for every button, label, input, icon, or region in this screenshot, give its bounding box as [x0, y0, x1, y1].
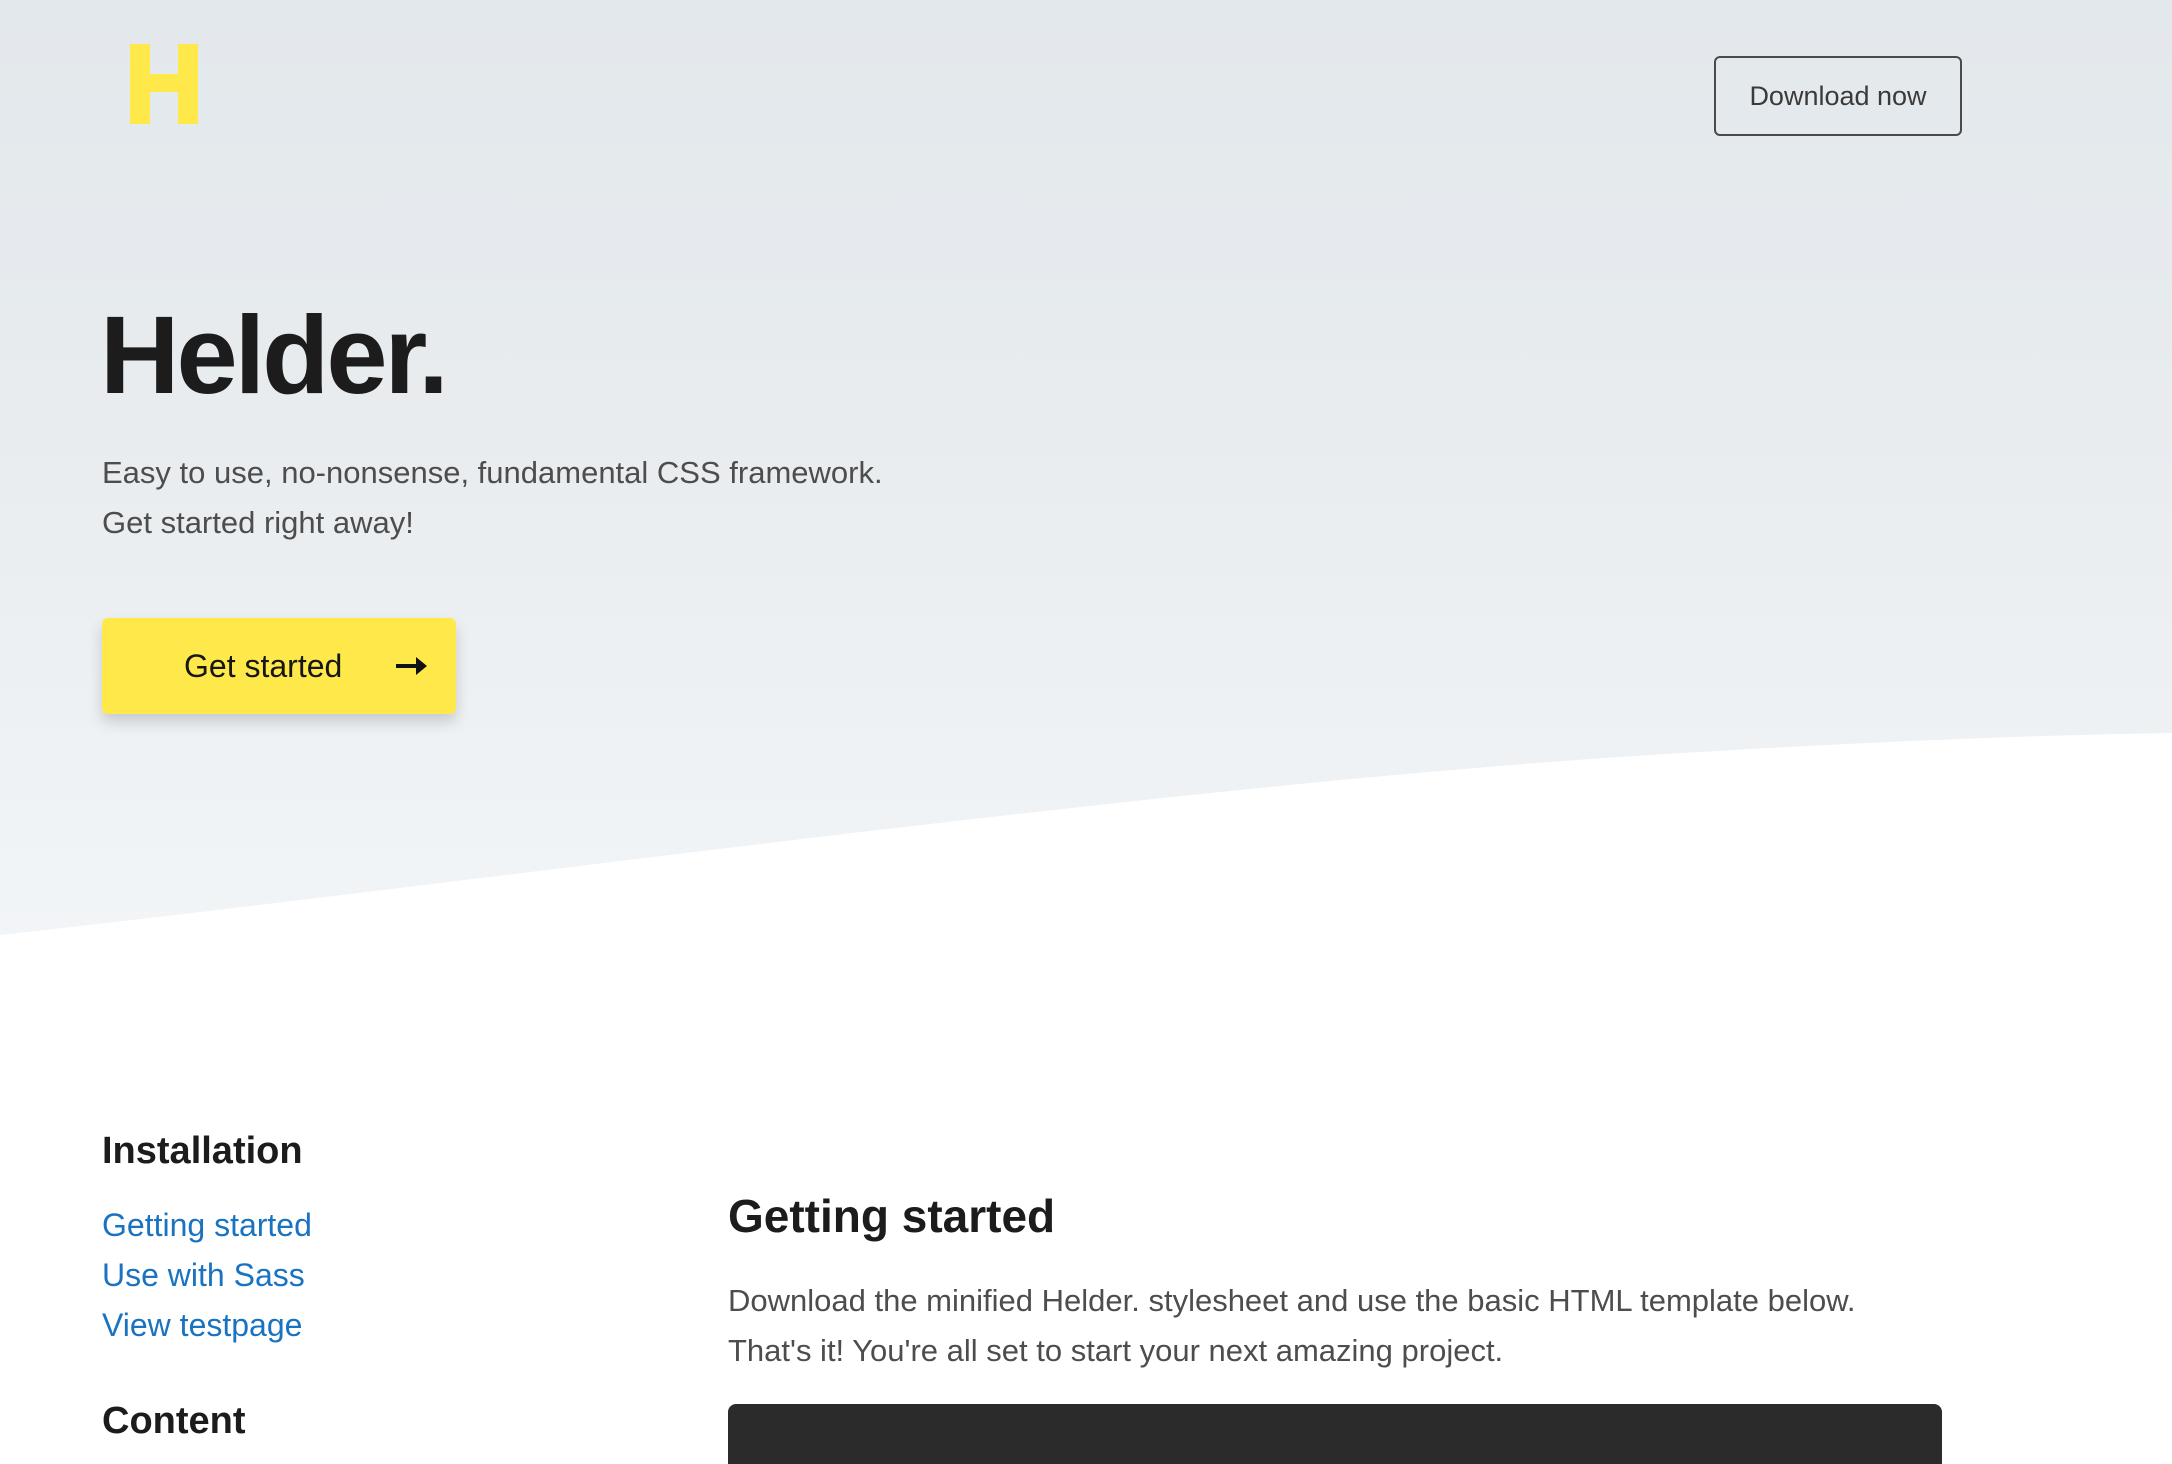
- sidebar-links-installation: Getting started Use with Sass View testp…: [102, 1200, 542, 1350]
- hero-subtitle-line-2: Get started right away!: [102, 505, 414, 540]
- getting-started-section: Getting started Download the minified He…: [728, 1186, 1942, 1376]
- sidebar-heading-installation: Installation: [102, 1130, 303, 1172]
- hero-subtitle: Easy to use, no-nonsense, fundamental CS…: [102, 448, 883, 548]
- sidebar-heading-content: Content: [102, 1400, 246, 1442]
- download-now-button[interactable]: Download now: [1714, 56, 1962, 136]
- sidebar-link-view-testpage[interactable]: View testpage: [102, 1300, 542, 1350]
- sidebar-link-getting-started[interactable]: Getting started: [102, 1200, 542, 1250]
- section-description-line-2: That's it! You're all set to start your …: [728, 1333, 1504, 1368]
- hero-subtitle-line-1: Easy to use, no-nonsense, fundamental CS…: [102, 455, 883, 490]
- section-title: Getting started: [728, 1190, 1056, 1242]
- helder-logo-icon[interactable]: [130, 44, 198, 124]
- docs-sidebar: Installation Getting started Use with Sa…: [102, 1124, 542, 1350]
- sidebar-link-use-with-sass[interactable]: Use with Sass: [102, 1250, 542, 1300]
- page-title: Helder.: [100, 294, 449, 417]
- get-started-button[interactable]: Get started: [102, 618, 456, 714]
- code-block: [728, 1404, 1942, 1464]
- section-description: Download the minified Helder. stylesheet…: [728, 1276, 1942, 1376]
- download-now-label: Download now: [1749, 80, 1927, 111]
- arrow-right-icon: [396, 657, 427, 675]
- section-description-line-1: Download the minified Helder. stylesheet…: [728, 1283, 1856, 1318]
- get-started-label: Get started: [184, 647, 343, 684]
